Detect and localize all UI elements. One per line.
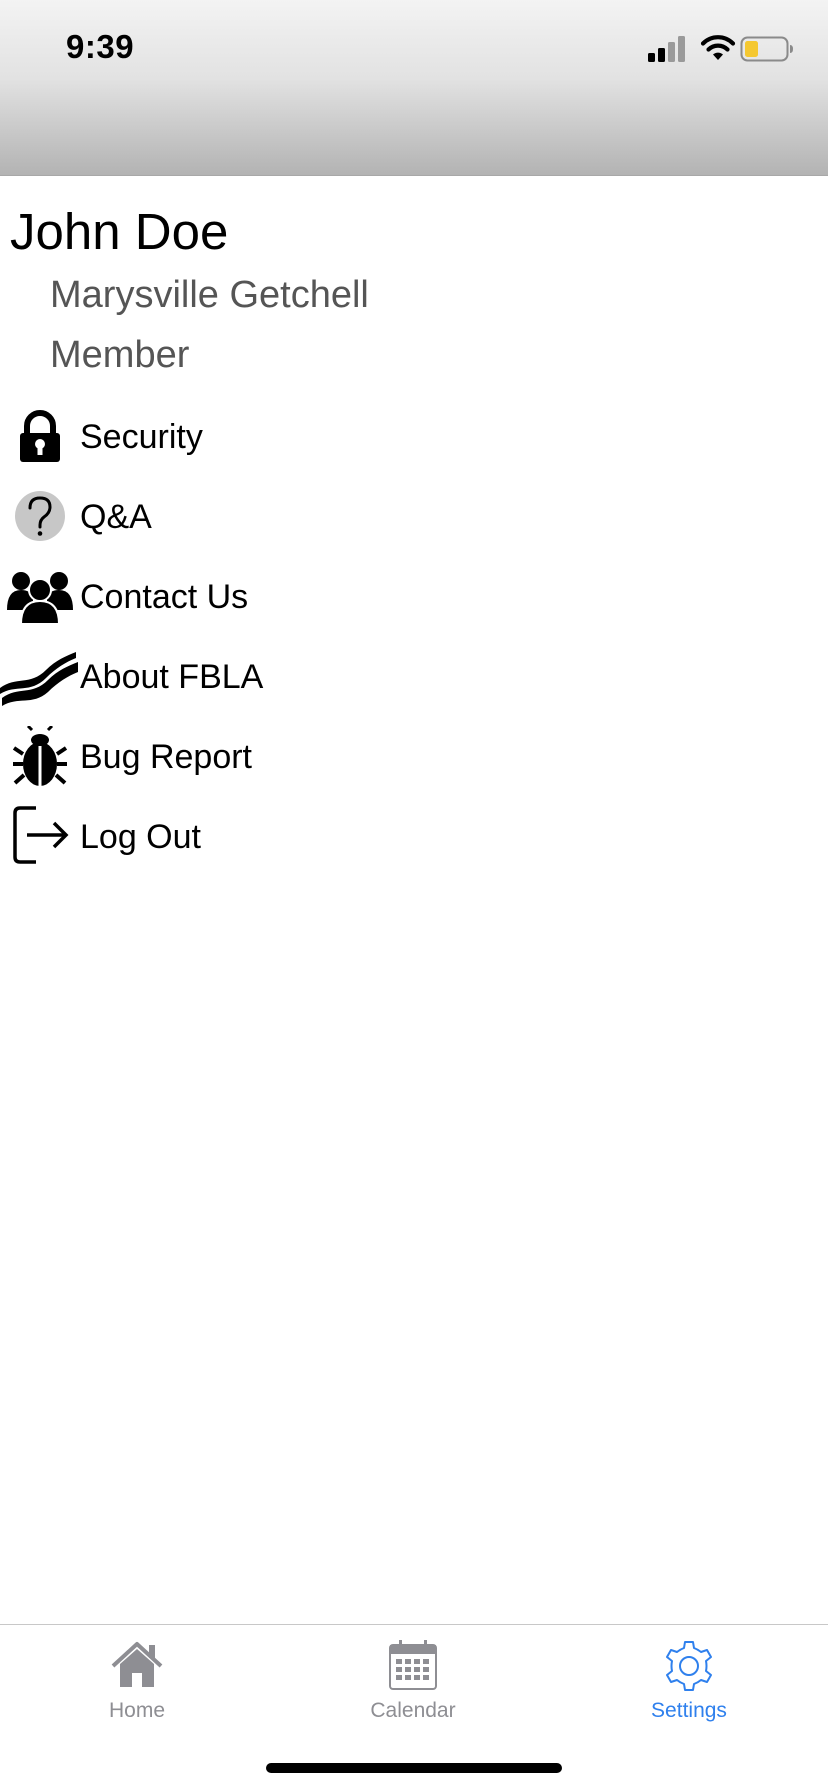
wifi-icon (700, 35, 736, 60)
menu-item-qa[interactable]: Q&A (0, 482, 828, 552)
menu-item-security[interactable]: Security (0, 402, 828, 472)
menu-item-label: Bug Report (80, 738, 252, 776)
status-header: 9:39 (0, 0, 828, 176)
profile-role: Member (50, 334, 190, 376)
profile-school: Marysville Getchell (50, 274, 369, 316)
gear-icon (666, 1641, 712, 1691)
battery-low-icon (740, 36, 793, 62)
fbla-logo-icon (0, 642, 80, 712)
tab-home[interactable]: Home (37, 1625, 237, 1735)
tab-settings-label: Settings (651, 1699, 727, 1722)
cellular-signal-icon (648, 36, 685, 62)
menu-item-label: Contact Us (80, 578, 249, 616)
menu-item-label: Security (80, 418, 203, 456)
menu-item-about-fbla[interactable]: About FBLA (0, 642, 828, 712)
tab-settings[interactable]: Settings (589, 1625, 789, 1735)
menu-item-bug-report[interactable]: Bug Report (0, 722, 828, 792)
menu-item-label: Log Out (80, 818, 201, 856)
menu-item-contact-us[interactable]: Contact Us (0, 562, 828, 632)
menu-item-log-out[interactable]: Log Out (0, 802, 828, 872)
logout-icon (0, 802, 80, 872)
calendar-icon (389, 1640, 437, 1690)
menu-item-label: Q&A (80, 498, 152, 536)
people-icon (0, 562, 80, 632)
home-icon (111, 1642, 163, 1687)
question-mark-icon (0, 482, 80, 552)
tab-home-label: Home (108, 1699, 166, 1722)
profile-name: John Doe (10, 203, 229, 260)
tab-calendar[interactable]: Calendar (313, 1625, 513, 1735)
status-time: 9:39 (66, 28, 135, 65)
menu-item-label: About FBLA (80, 658, 264, 696)
home-indicator[interactable] (266, 1763, 562, 1773)
tab-calendar-label: Calendar (370, 1699, 456, 1722)
lock-icon (0, 402, 80, 472)
bug-icon (0, 722, 80, 792)
tab-bar: Home Calendar Settings (0, 1624, 828, 1792)
